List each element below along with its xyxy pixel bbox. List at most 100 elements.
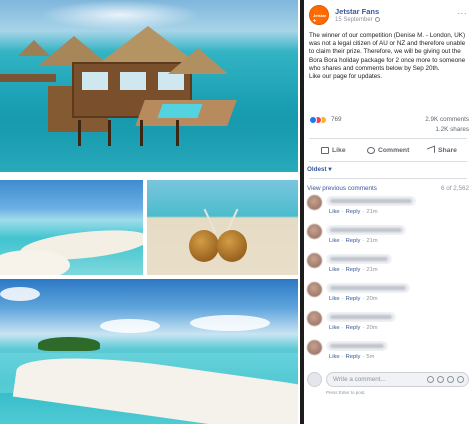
- island-trees: [38, 337, 100, 351]
- page: Jetstar ✈ Jetstar Fans 15 September ··· …: [0, 0, 472, 424]
- cloud: [0, 287, 40, 301]
- commenter-avatar[interactable]: [307, 253, 322, 268]
- comment-sort-dropdown[interactable]: Oldest ▾: [307, 166, 332, 173]
- page-name-link[interactable]: Jetstar Fans: [335, 7, 379, 16]
- photo-collage[interactable]: [0, 0, 300, 424]
- comment-like-link[interactable]: Like: [329, 296, 340, 302]
- page-avatar[interactable]: Jetstar ✈: [309, 5, 329, 25]
- composer-icons: [427, 376, 464, 383]
- commenter-avatar[interactable]: [307, 311, 322, 326]
- comment-meta: Like · Reply · 20m: [329, 325, 378, 331]
- redacted-comment-text: [330, 228, 402, 232]
- stilt: [108, 120, 111, 146]
- divider-line: [309, 178, 467, 179]
- sticker-icon[interactable]: [457, 376, 464, 383]
- redacted-comment-text: [330, 344, 384, 348]
- post-date[interactable]: 15 September: [335, 17, 380, 23]
- comment-reply-link[interactable]: Reply: [346, 296, 361, 302]
- divider-line: [309, 161, 467, 162]
- comment-timestamp[interactable]: 20m: [366, 296, 377, 302]
- comment-bubble: [326, 254, 392, 264]
- comment-reply-link[interactable]: Reply: [346, 267, 361, 273]
- stilt: [78, 120, 81, 146]
- divider-line: [309, 138, 467, 139]
- like-label: Like: [332, 146, 346, 154]
- separator-dot: ·: [341, 296, 344, 302]
- comment-timestamp[interactable]: 20m: [366, 325, 377, 331]
- comment-like-link[interactable]: Like: [329, 267, 340, 273]
- separator-dot: ·: [341, 325, 344, 331]
- photo-island-aerial[interactable]: [0, 279, 298, 424]
- separator-dot: ·: [341, 209, 344, 215]
- post-text: The winner of our competition (Denise M.…: [309, 32, 466, 72]
- cloud: [100, 319, 160, 333]
- comment-input-placeholder: Write a comment...: [333, 376, 386, 383]
- coconut: [189, 230, 219, 262]
- comment-reply-link[interactable]: Reply: [346, 325, 361, 331]
- comment-meta: Like · Reply · 21m: [329, 209, 378, 215]
- separator-dot: ·: [362, 296, 365, 302]
- comment-button[interactable]: Comment: [367, 144, 409, 156]
- post-text-cta: Like our page for updates.: [309, 73, 383, 81]
- share-button[interactable]: Share: [427, 144, 457, 156]
- emoji-icon[interactable]: [427, 376, 434, 383]
- camera-icon[interactable]: [437, 376, 444, 383]
- comment-meta: Like · Reply · 5m: [329, 354, 374, 360]
- press-enter-hint: Press Enter to post.: [326, 390, 366, 395]
- reaction-count: 769: [331, 116, 342, 123]
- comment-timestamp[interactable]: 21m: [366, 267, 377, 273]
- post-body: The winner of our competition (Denise M.…: [309, 32, 469, 81]
- comment-timestamp[interactable]: 21m: [366, 209, 377, 215]
- cloud: [190, 315, 270, 331]
- separator-dot: ·: [341, 354, 344, 360]
- redacted-comment-text: [330, 315, 392, 319]
- comment-item: Like · Reply · 5m: [307, 340, 469, 368]
- comment-timestamp[interactable]: 21m: [366, 238, 377, 244]
- separator-dot: ·: [362, 209, 365, 215]
- separator-dot: ·: [341, 267, 344, 273]
- comment-label: Comment: [378, 146, 410, 154]
- comment-like-link[interactable]: Like: [329, 354, 340, 360]
- post-actions: Like Comment Share: [309, 142, 467, 158]
- redacted-comment-text: [330, 257, 388, 261]
- comment-like-link[interactable]: Like: [329, 325, 340, 331]
- comments-count-link[interactable]: 2.9K comments: [425, 116, 469, 123]
- comment-reply-link[interactable]: Reply: [346, 209, 361, 215]
- redacted-comment-text: [330, 286, 406, 290]
- photo-sandbar[interactable]: [0, 180, 143, 275]
- comment-bubble: [326, 341, 388, 351]
- commenter-avatar[interactable]: [307, 282, 322, 297]
- comment-reply-link[interactable]: Reply: [346, 354, 361, 360]
- comment-meta: Like · Reply · 20m: [329, 296, 378, 302]
- globe-icon: [374, 17, 380, 22]
- commenter-avatar[interactable]: [307, 340, 322, 355]
- comment-bubble: [326, 283, 410, 293]
- photo-overwater-bungalow[interactable]: [0, 0, 298, 172]
- comment-timestamp[interactable]: 5m: [366, 354, 374, 360]
- commenter-avatar[interactable]: [307, 224, 322, 239]
- like-button[interactable]: Like: [321, 144, 346, 156]
- photo-coconuts[interactable]: [147, 180, 298, 275]
- share-label: Share: [438, 146, 457, 154]
- shares-count-link[interactable]: 1.2K shares: [435, 126, 469, 133]
- plunge-pool: [157, 104, 203, 118]
- commenter-avatar[interactable]: [307, 195, 322, 210]
- lagoon-water: [0, 120, 298, 172]
- comment-input[interactable]: Write a comment...: [326, 372, 469, 387]
- comment-like-link[interactable]: Like: [329, 209, 340, 215]
- redacted-comment-text: [330, 199, 412, 203]
- more-options-icon[interactable]: ···: [458, 9, 468, 18]
- comment-item: Like · Reply · 20m: [307, 311, 469, 339]
- gif-icon[interactable]: [447, 376, 454, 383]
- comment-like-link[interactable]: Like: [329, 238, 340, 244]
- separator-dot: ·: [362, 238, 365, 244]
- comment-reply-link[interactable]: Reply: [346, 238, 361, 244]
- comment-item: Like · Reply · 21m: [307, 253, 469, 281]
- window: [120, 72, 146, 90]
- comment-item: Like · Reply · 21m: [307, 224, 469, 252]
- thatched-roof: [168, 48, 228, 74]
- stilt: [140, 120, 143, 146]
- comment-bubble: [326, 225, 406, 235]
- view-previous-comments-link[interactable]: View previous comments: [307, 185, 377, 192]
- window: [82, 72, 108, 90]
